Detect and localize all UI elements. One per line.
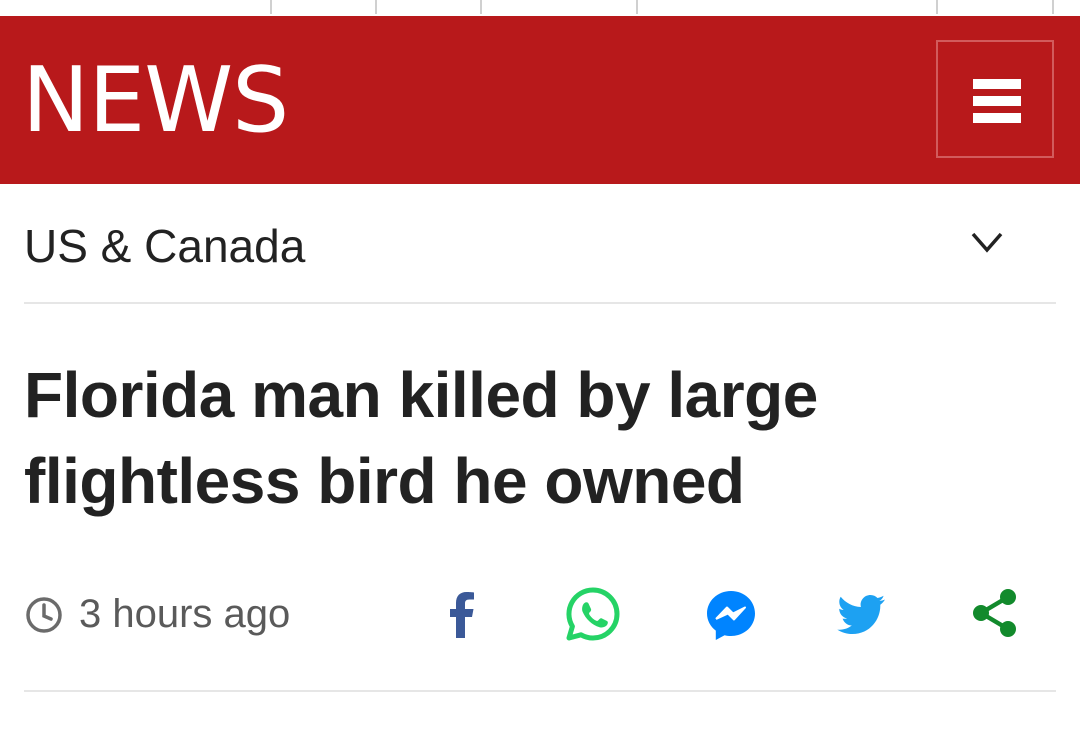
whatsapp-icon[interactable] [561, 582, 625, 646]
menu-bar [973, 96, 1021, 106]
masthead: NEWS [0, 16, 1080, 184]
clock-icon [26, 597, 62, 633]
section-selector[interactable]: US & Canada [24, 184, 1056, 304]
strip-divider [636, 0, 638, 14]
chevron-down-icon[interactable] [970, 230, 1004, 254]
menu-button[interactable] [936, 40, 1054, 158]
news-logo[interactable]: NEWS [22, 56, 289, 146]
article-headline: Florida man killed by large flightless b… [24, 359, 818, 517]
article-timestamp: 3 hours ago [79, 592, 291, 636]
facebook-icon[interactable] [430, 582, 494, 646]
top-strip [0, 0, 1080, 16]
section-label: US & Canada [24, 220, 306, 272]
strip-divider [270, 0, 272, 14]
share-icon[interactable] [964, 582, 1028, 646]
menu-bar [973, 79, 1021, 89]
article-meta: 3 hours ago [24, 560, 1056, 692]
strip-divider [480, 0, 482, 14]
twitter-icon[interactable] [829, 582, 893, 646]
strip-divider [936, 0, 938, 14]
strip-divider [1052, 0, 1054, 14]
messenger-icon[interactable] [699, 582, 763, 646]
menu-bar [973, 113, 1021, 123]
strip-divider [375, 0, 377, 14]
